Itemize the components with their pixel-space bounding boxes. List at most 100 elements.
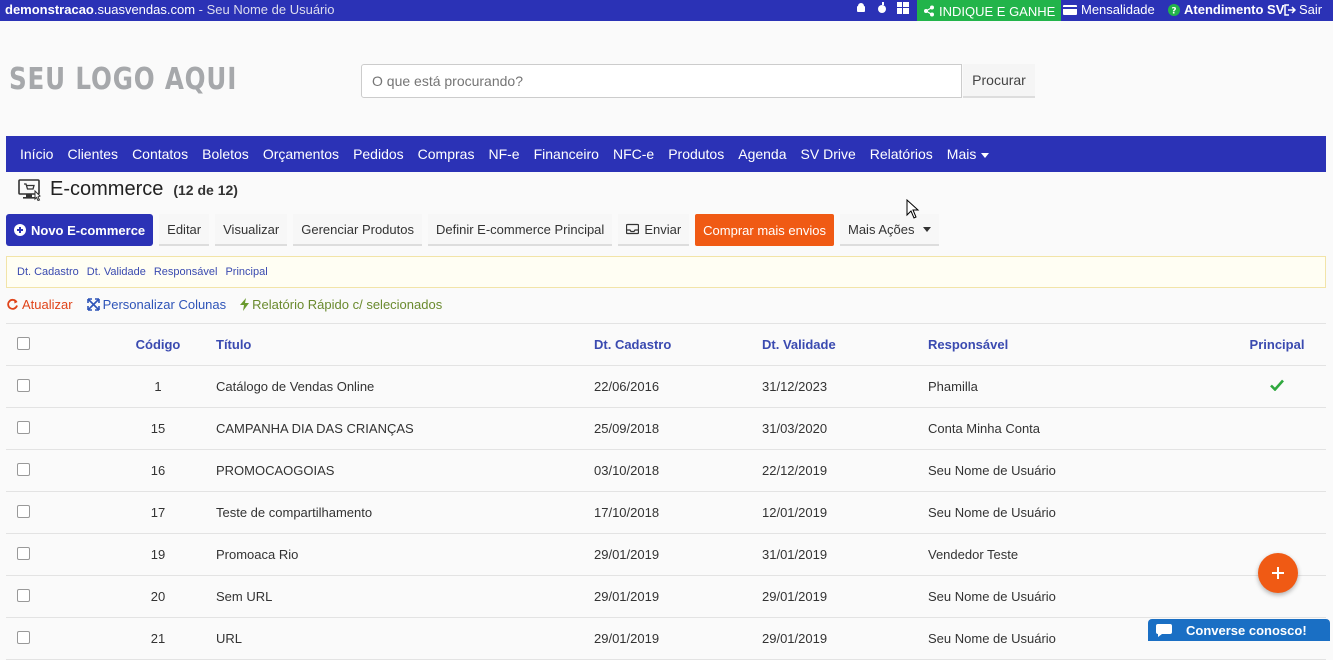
row-select-cell: [6, 365, 106, 408]
nav-item-nfe[interactable]: NF-e: [488, 146, 519, 162]
cell-principal: [1228, 449, 1326, 492]
column-header-dt-validade[interactable]: Dt. Validade: [762, 323, 928, 366]
cell-codigo: 1: [106, 365, 210, 408]
table-row[interactable]: 20 Sem URL 29/01/2019 29/01/2019 Seu Nom…: [6, 575, 1326, 618]
chevron-down-icon: [981, 152, 990, 158]
row-select-cell: [6, 449, 106, 492]
nav-item-boletos[interactable]: Boletos: [202, 146, 249, 162]
android-icon[interactable]: [855, 2, 867, 14]
column-header-dt-cadastro[interactable]: Dt. Cadastro: [594, 323, 762, 366]
ecommerce-table: Código Título Dt. Cadastro Dt. Validade …: [6, 323, 1326, 660]
novo-ecommerce-label: Novo E-commerce: [31, 222, 146, 238]
share-icon: [924, 5, 934, 17]
logo[interactable]: SEU LOGO AQUI: [9, 62, 237, 97]
definir-principal-button[interactable]: Definir E-commerce Principal: [427, 214, 613, 246]
mais-acoes-dropdown[interactable]: Mais Ações: [840, 214, 940, 246]
row-select-cell: [6, 407, 106, 450]
sort-field-dt-validade[interactable]: Dt. Validade: [87, 266, 146, 278]
cell-titulo: Sem URL: [210, 575, 594, 618]
table-row[interactable]: 16 PROMOCAOGOIAS 03/10/2018 22/12/2019 S…: [6, 449, 1326, 492]
novo-ecommerce-button[interactable]: Novo E-commerce: [6, 214, 154, 246]
mais-acoes-label: Mais Ações: [848, 221, 915, 237]
cell-responsavel: Seu Nome de Usuário: [928, 491, 1228, 534]
nav-item-orcamentos[interactable]: Orçamentos: [263, 146, 339, 162]
cell-principal: [1228, 407, 1326, 450]
visualizar-button[interactable]: Visualizar: [215, 214, 288, 246]
select-all-checkbox[interactable]: [17, 336, 30, 350]
nav-item-contatos[interactable]: Contatos: [132, 146, 188, 162]
page-header: E-commerce (12 de 12): [18, 178, 238, 201]
cell-responsavel: Seu Nome de Usuário: [928, 449, 1228, 492]
sort-field-principal[interactable]: Principal: [225, 266, 267, 278]
inbox-icon: [626, 223, 640, 235]
cell-dt-cadastro: 22/06/2016: [594, 365, 762, 408]
column-header-responsavel[interactable]: Responsável: [928, 323, 1228, 366]
nav-item-relatorios[interactable]: Relatórios: [870, 146, 933, 162]
bolt-icon: [240, 298, 250, 311]
nav-item-nfce[interactable]: NFC-e: [613, 146, 654, 162]
nav-item-compras[interactable]: Compras: [418, 146, 475, 162]
cell-dt-validade: 12/01/2019: [762, 491, 928, 534]
table-row[interactable]: 19 Promoaca Rio 29/01/2019 31/01/2019 Ve…: [6, 533, 1326, 576]
domain-name: demonstracao: [5, 2, 94, 17]
cell-codigo: 20: [106, 575, 210, 618]
nav-item-mais[interactable]: Mais: [947, 146, 990, 162]
chat-widget[interactable]: Converse conosco!: [1148, 619, 1330, 641]
logout-icon: [1284, 3, 1296, 16]
row-checkbox[interactable]: [17, 378, 30, 392]
table-row[interactable]: 15 CAMPANHA DIA DAS CRIANÇAS 25/09/2018 …: [6, 407, 1326, 450]
atendimento-link[interactable]: ? Atendimento SV: [1168, 2, 1284, 17]
floating-add-button[interactable]: [1258, 553, 1298, 593]
personalizar-colunas-link[interactable]: Personalizar Colunas: [86, 297, 226, 312]
nav-item-pedidos[interactable]: Pedidos: [353, 146, 404, 162]
nav-item-inicio[interactable]: Início: [20, 146, 53, 162]
row-checkbox[interactable]: [17, 588, 30, 602]
plus-circle-icon: [14, 224, 26, 236]
sair-link[interactable]: Sair: [1284, 2, 1322, 17]
search-button[interactable]: Procurar: [963, 64, 1035, 98]
column-header-titulo[interactable]: Título: [210, 323, 594, 366]
atualizar-link[interactable]: Atualizar: [6, 297, 73, 312]
nav-item-clientes[interactable]: Clientes: [67, 146, 118, 162]
row-checkbox[interactable]: [17, 420, 30, 434]
nav-item-produtos[interactable]: Produtos: [668, 146, 724, 162]
row-checkbox[interactable]: [17, 630, 30, 644]
sort-fields-bar: Dt. Cadastro Dt. Validade Responsável Pr…: [6, 256, 1326, 288]
sort-field-dt-cadastro[interactable]: Dt. Cadastro: [17, 266, 79, 278]
gerenciar-produtos-button[interactable]: Gerenciar Produtos: [293, 214, 422, 246]
indique-label: INDIQUE E GANHE: [939, 3, 1056, 19]
cell-titulo: PROMOCAOGOIAS: [210, 449, 594, 492]
row-checkbox[interactable]: [17, 462, 30, 476]
relatorio-rapido-link[interactable]: Relatório Rápido c/ selecionados: [240, 297, 442, 312]
editar-button[interactable]: Editar: [159, 214, 210, 246]
mensalidade-link[interactable]: Mensalidade: [1063, 2, 1155, 17]
plus-icon: [1272, 567, 1284, 579]
table-row[interactable]: 17 Teste de compartilhamento 17/10/2018 …: [6, 491, 1326, 534]
row-checkbox[interactable]: [17, 504, 30, 518]
atualizar-label: Atualizar: [22, 297, 73, 312]
nav-item-agenda[interactable]: Agenda: [738, 146, 786, 162]
column-header-codigo[interactable]: Código: [106, 323, 210, 366]
cell-titulo: CAMPANHA DIA DAS CRIANÇAS: [210, 407, 594, 450]
sort-field-responsavel[interactable]: Responsável: [154, 266, 218, 278]
indique-button[interactable]: INDIQUE E GANHE: [917, 0, 1062, 21]
search-input[interactable]: [361, 64, 962, 98]
refresh-icon: [7, 298, 18, 310]
domain-suffix: .suasvendas.com: [93, 2, 196, 17]
enviar-button[interactable]: Enviar: [618, 214, 690, 246]
column-header-principal[interactable]: Principal: [1228, 323, 1326, 366]
select-all-cell: [6, 323, 106, 366]
comprar-envios-button[interactable]: Comprar mais envios: [695, 214, 834, 246]
apple-icon[interactable]: [876, 2, 888, 14]
nav-item-financeiro[interactable]: Financeiro: [534, 146, 599, 162]
row-checkbox[interactable]: [17, 546, 30, 560]
checkmark-icon: [1270, 379, 1284, 392]
windows-icon[interactable]: [897, 2, 909, 14]
record-count: (12 de 12): [173, 181, 238, 198]
table-row[interactable]: 1 Catálogo de Vendas Online 22/06/2016 3…: [6, 365, 1326, 408]
mouse-cursor-icon: [906, 199, 920, 219]
nav-item-sv-drive[interactable]: SV Drive: [801, 146, 856, 162]
cell-titulo: Teste de compartilhamento: [210, 491, 594, 534]
cell-principal: [1228, 491, 1326, 534]
cell-dt-validade: 22/12/2019: [762, 449, 928, 492]
